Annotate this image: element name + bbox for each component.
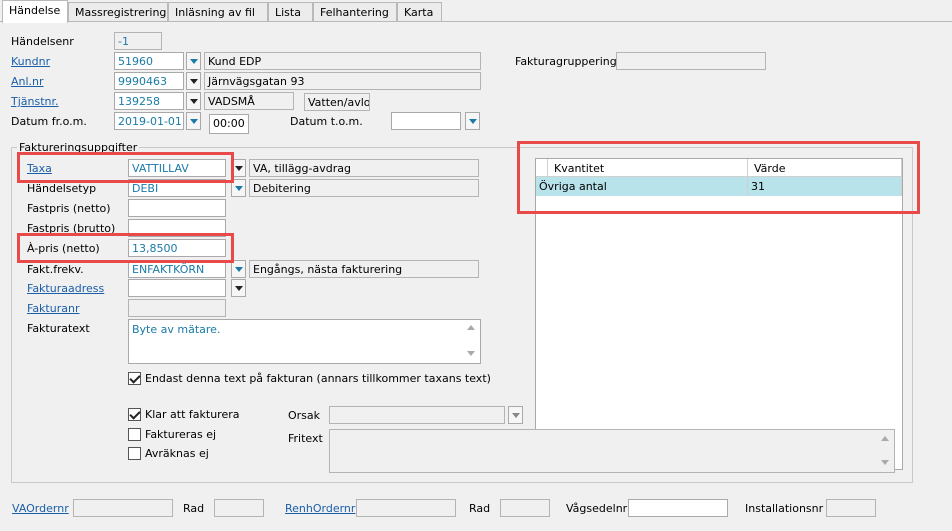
fakturatext-scroll-down-icon[interactable] <box>464 347 478 361</box>
endast-checkbox[interactable] <box>128 372 141 385</box>
handelsenr-label: Händelsenr <box>11 35 74 48</box>
renhordernr-field <box>356 499 456 517</box>
fastpris-netto-input[interactable] <box>128 199 226 217</box>
faktfrekv-desc-field: Engångs, nästa fakturering <box>249 260 479 278</box>
vaordernr-field <box>73 499 173 517</box>
rad2-label: Rad <box>469 502 491 515</box>
fakturaadress-input[interactable] <box>128 279 226 297</box>
tjanstnr-area-field: VADSMÅ <box>204 92 294 110</box>
faktureras-ej-label: Faktureras ej <box>145 428 217 441</box>
tab-strip: Händelse Massregistrering Inläsning av f… <box>0 0 952 23</box>
tab-handelse[interactable]: Händelse <box>2 0 68 23</box>
rad1-label: Rad <box>183 502 205 515</box>
fritext-textarea[interactable] <box>329 429 895 473</box>
anlnr-address-field: Järnvägsgatan 93 <box>204 72 481 90</box>
anlnr-dropdown-icon[interactable] <box>186 72 201 90</box>
installationsnr-field <box>826 499 876 517</box>
handelsenr-field: -1 <box>114 32 162 50</box>
vagsedelnr-label: Vågsedelnr <box>566 502 628 515</box>
kundnr-link[interactable]: Kundnr <box>11 55 50 68</box>
tjanstnr-dropdown-icon[interactable] <box>186 92 201 110</box>
handelsetyp-label: Händelsetyp <box>27 182 97 195</box>
tab-karta[interactable]: Karta <box>397 2 442 22</box>
tab-felhantering[interactable]: Felhantering <box>313 2 397 22</box>
datum-tom-label: Datum t.o.m. <box>290 115 363 128</box>
faktureras-ej-checkbox[interactable] <box>128 428 141 441</box>
orsak-select[interactable] <box>329 406 505 424</box>
fastpris-netto-label: Fastpris (netto) <box>27 202 111 215</box>
fakturatext-textarea[interactable]: Byte av mätare. <box>128 319 481 364</box>
kundnr-dropdown-icon[interactable] <box>186 52 201 70</box>
avraknas-ej-label: Avräknas ej <box>145 447 209 460</box>
avraknas-ej-checkbox[interactable] <box>128 447 141 460</box>
anlnr-input[interactable]: 9990463 <box>114 72 184 90</box>
tjanstnr-link[interactable]: Tjänstnr. <box>11 95 59 108</box>
tab-massregistrering[interactable]: Massregistrering <box>68 2 168 22</box>
endast-label: Endast denna text på fakturan (annars ti… <box>145 372 491 385</box>
fakturaadress-link[interactable]: Fakturaadress <box>27 282 104 295</box>
rad1-field <box>214 499 264 517</box>
anlnr-link[interactable]: Anl.nr <box>11 75 44 88</box>
fakturatext-label: Fakturatext <box>27 322 90 335</box>
fakturaadress-dropdown-icon[interactable] <box>231 279 246 297</box>
fritext-label: Fritext <box>288 432 323 445</box>
fakturanr-field <box>128 299 226 317</box>
taxa-desc-field: VA, tillägg-avdrag <box>249 159 479 177</box>
tjanstnr-type-field: Vatten/avlop <box>304 93 370 111</box>
vagsedelnr-input[interactable] <box>628 499 728 517</box>
orsak-label: Orsak <box>288 409 321 422</box>
tab-lista[interactable]: Lista <box>268 2 313 22</box>
highlight-grid <box>517 141 920 214</box>
fritext-scroll-up-icon[interactable] <box>878 432 892 446</box>
klar-label: Klar att fakturera <box>145 408 240 421</box>
renhordernr-link[interactable]: RenhOrdernr <box>285 502 355 515</box>
time-input[interactable]: 00:00 <box>209 114 249 134</box>
datum-tom-calendar-icon[interactable] <box>465 112 480 130</box>
fritext-scroll-down-icon[interactable] <box>878 456 892 470</box>
tjanstnr-input[interactable]: 139258 <box>114 92 184 110</box>
installationsnr-label: Installationsnr <box>745 502 824 515</box>
faktfrekv-label: Fakt.frekv. <box>27 263 84 276</box>
klar-checkbox[interactable] <box>128 408 141 421</box>
highlight-taxa <box>17 152 234 183</box>
fakturatext-scroll-up-icon[interactable] <box>464 321 478 335</box>
datum-from-label: Datum fr.o.m. <box>11 115 87 128</box>
datum-from-input[interactable]: 2019-01-01 <box>114 112 184 130</box>
fakturanr-link[interactable]: Fakturanr <box>27 302 79 315</box>
datum-from-calendar-icon[interactable] <box>186 112 201 130</box>
tab-inlasning-av-fil[interactable]: Inläsning av fil <box>168 2 268 22</box>
fakturagruppering-field <box>616 52 766 70</box>
orsak-dropdown-icon[interactable] <box>508 406 523 424</box>
fakturagruppering-label: Fakturagruppering <box>515 55 617 68</box>
vaordernr-link[interactable]: VAOrdernr <box>12 502 69 515</box>
rad2-field <box>500 499 550 517</box>
handelsetyp-desc-field: Debitering <box>249 179 479 197</box>
kundnr-input[interactable]: 51960 <box>114 52 184 70</box>
datum-tom-input[interactable] <box>391 112 461 130</box>
highlight-apris <box>17 233 234 263</box>
kundnr-name-field: Kund EDP <box>204 52 481 70</box>
